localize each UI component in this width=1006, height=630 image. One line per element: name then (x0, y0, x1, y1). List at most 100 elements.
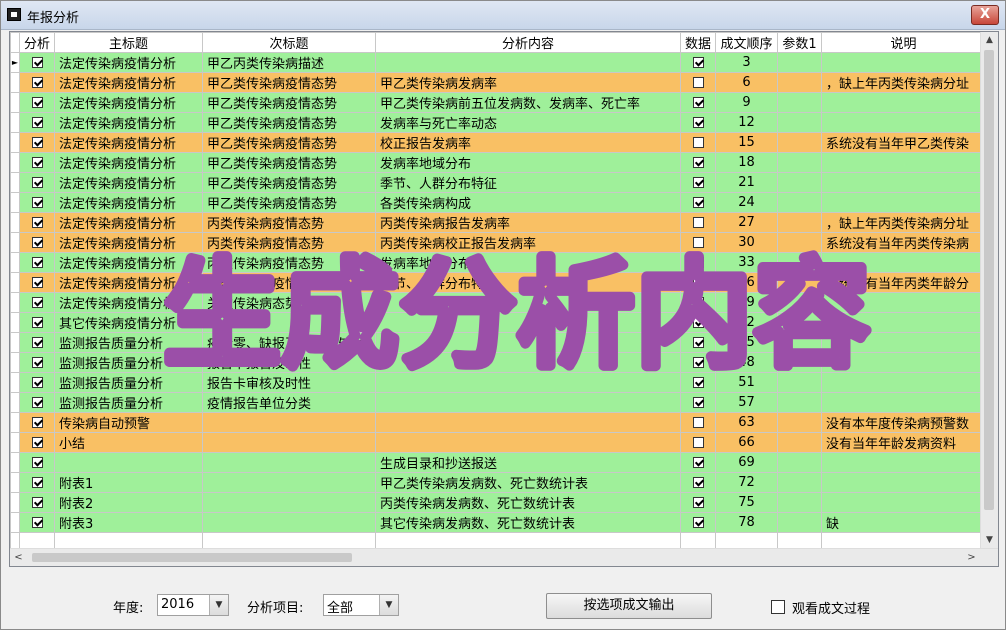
note-cell[interactable] (821, 192, 987, 213)
table-row[interactable]: 生成目录和抄送报送 69 (10, 452, 987, 473)
param1-cell[interactable] (777, 52, 823, 73)
content-cell[interactable] (375, 352, 682, 373)
analyze-checkbox-cell[interactable] (18, 232, 56, 253)
param1-cell[interactable] (777, 312, 823, 333)
table-row[interactable]: 小结 66 没有当年年龄发病资料 (10, 432, 987, 453)
content-cell[interactable]: 校正报告发病率 (375, 132, 682, 153)
table-row[interactable]: 法定传染病疫情分析 甲乙类传染病疫情态势 季节、人群分布特征 21 (10, 172, 987, 193)
checkbox-icon[interactable] (692, 177, 704, 188)
content-cell[interactable] (375, 292, 682, 313)
row-selector[interactable] (10, 312, 20, 333)
checkbox-icon[interactable] (31, 497, 43, 508)
checkbox-icon[interactable] (31, 297, 43, 308)
content-cell[interactable]: 甲乙类传染病前五位发病数、发病率、死亡率 (375, 92, 682, 113)
content-cell[interactable] (375, 432, 682, 453)
note-cell[interactable] (821, 452, 987, 473)
row-selector[interactable] (10, 112, 20, 133)
content-cell[interactable]: 甲乙类传染病发病数、死亡数统计表 (375, 472, 682, 493)
order-cell[interactable]: 78 (715, 512, 779, 533)
content-cell[interactable]: 丙类传染病校正报告发病率 (375, 232, 682, 253)
checkbox-icon[interactable] (692, 437, 704, 448)
order-cell[interactable]: 21 (715, 172, 779, 193)
table-row[interactable]: 附表1 甲乙类传染病发病数、死亡数统计表 72 (10, 472, 987, 493)
content-cell[interactable]: 季节、人群分布特征 (375, 272, 682, 293)
checkbox-icon[interactable] (692, 337, 704, 348)
scroll-right-arrow-icon[interactable]: > (963, 549, 980, 566)
data-checkbox-cell[interactable] (680, 252, 717, 273)
sub-title-cell[interactable]: 疫情报告单位分类 (202, 392, 377, 413)
analyze-checkbox-cell[interactable] (18, 212, 56, 233)
content-cell[interactable]: 发病率地域分布 (375, 252, 682, 273)
order-cell[interactable]: 48 (715, 352, 779, 373)
main-title-cell[interactable]: 其它传染病疫情分析 (54, 312, 204, 333)
checkbox-icon[interactable] (692, 377, 704, 388)
table-row[interactable]: 法定传染病疫情分析 关注传染病态势 39 (10, 292, 987, 313)
content-cell[interactable] (375, 312, 682, 333)
col-header-sub-title[interactable]: 次标题 (202, 32, 377, 53)
main-title-cell[interactable]: 监测报告质量分析 (54, 332, 204, 353)
analyze-checkbox-cell[interactable] (18, 432, 56, 453)
checkbox-icon[interactable] (692, 197, 704, 208)
vertical-scroll-thumb[interactable] (984, 50, 994, 510)
checkbox-icon[interactable] (31, 137, 43, 148)
table-row[interactable]: 法定传染病疫情分析 甲乙类传染病疫情态势 甲乙类传染病前五位发病数、发病率、死亡率 9 (10, 92, 987, 113)
table-row[interactable]: 法定传染病疫情分析 甲乙类传染病疫情态势 发病率与死亡率动态 12 (10, 112, 987, 133)
sub-title-cell[interactable]: 甲乙类传染病疫情态势 (202, 192, 377, 213)
content-cell[interactable]: 季节、人群分布特征 (375, 172, 682, 193)
table-row[interactable]: 法定传染病疫情分析 丙类传染病疫情态势 丙类传染病校正报告发病率 30 系统没有当年丙类… (10, 232, 987, 253)
chevron-down-icon[interactable]: ▼ (209, 595, 228, 615)
checkbox-icon[interactable] (31, 237, 43, 248)
checkbox-icon[interactable] (692, 517, 704, 528)
table-row[interactable]: 法定传染病疫情分析 丙类传染病疫情态势 发病率地域分布 33 (10, 252, 987, 273)
checkbox-icon[interactable] (692, 77, 704, 88)
checkbox-icon[interactable] (692, 397, 704, 408)
order-cell[interactable]: 72 (715, 472, 779, 493)
order-cell[interactable]: 3 (715, 52, 779, 73)
order-cell[interactable]: 42 (715, 312, 779, 333)
checkbox-icon[interactable] (692, 237, 704, 248)
checkbox-icon[interactable] (31, 457, 43, 468)
content-cell[interactable]: 其它传染病发病数、死亡数统计表 (375, 512, 682, 533)
data-checkbox-cell[interactable] (680, 292, 717, 313)
order-cell[interactable]: 15 (715, 132, 779, 153)
note-cell[interactable] (821, 332, 987, 353)
main-title-cell[interactable]: 法定传染病疫情分析 (54, 172, 204, 193)
note-cell[interactable]: 缺 (821, 512, 987, 533)
note-cell[interactable]: 系统没有当年甲乙类传染 (821, 132, 987, 153)
row-selector[interactable] (10, 212, 20, 233)
main-title-cell[interactable] (54, 452, 204, 473)
param1-cell[interactable] (777, 172, 823, 193)
main-title-cell[interactable]: 监测报告质量分析 (54, 372, 204, 393)
data-checkbox-cell[interactable] (680, 512, 717, 533)
analysis-grid[interactable]: 分析 主标题 次标题 分析内容 数据 成文顺序 参数1 说明 ► 法定传染病疫情分… (9, 31, 999, 567)
row-selector[interactable] (10, 272, 20, 293)
col-header-analyze[interactable]: 分析 (18, 32, 56, 53)
checkbox-icon[interactable] (692, 257, 704, 268)
table-row[interactable]: 附表2 丙类传染病发病数、死亡数统计表 75 (10, 492, 987, 513)
data-checkbox-cell[interactable] (680, 332, 717, 353)
checkbox-icon[interactable] (31, 257, 43, 268)
sub-title-cell[interactable]: 丙类传染病疫情态势 (202, 232, 377, 253)
analyze-checkbox-cell[interactable] (18, 72, 56, 93)
col-header-content[interactable]: 分析内容 (375, 32, 682, 53)
analyze-checkbox-cell[interactable] (18, 372, 56, 393)
analyze-checkbox-cell[interactable] (18, 352, 56, 373)
checkbox-icon[interactable] (31, 277, 43, 288)
data-checkbox-cell[interactable] (680, 172, 717, 193)
analyze-checkbox-cell[interactable] (18, 92, 56, 113)
checkbox-icon[interactable] (31, 417, 43, 428)
analyze-checkbox-cell[interactable] (18, 392, 56, 413)
param1-cell[interactable] (777, 472, 823, 493)
row-selector[interactable] (10, 352, 20, 373)
note-cell[interactable] (821, 492, 987, 513)
table-row[interactable]: 监测报告质量分析 报告卡报告及时性 48 (10, 352, 987, 373)
param1-cell[interactable] (777, 372, 823, 393)
sub-title-cell[interactable] (202, 512, 377, 533)
main-title-cell[interactable]: 监测报告质量分析 (54, 352, 204, 373)
checkbox-icon[interactable] (31, 517, 43, 528)
checkbox-icon[interactable] (692, 217, 704, 228)
checkbox-icon[interactable] (692, 477, 704, 488)
row-selector[interactable] (10, 292, 20, 313)
generate-report-button[interactable]: 按选项成文输出 (546, 593, 712, 619)
note-cell[interactable] (821, 92, 987, 113)
